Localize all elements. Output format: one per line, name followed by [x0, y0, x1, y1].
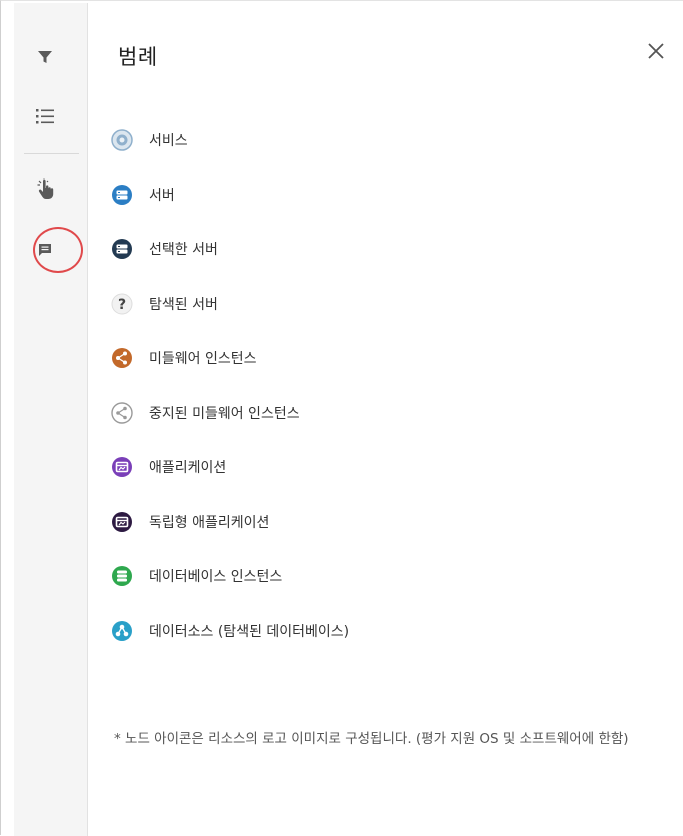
legend-item-datasource: 데이터소스 (탐색된 데이터베이스) [110, 618, 349, 644]
legend-label: 탐색된 서버 [149, 297, 218, 313]
legend-window: 범례 서비스 서버 선택한 서버 ? 탐색된 서버 미들웨어 인스턴스 중지된 … [0, 0, 683, 836]
legend-label: 서비스 [149, 133, 188, 149]
legend-item-service: 서비스 [110, 127, 188, 153]
discovered-server-icon: ? [110, 292, 134, 316]
standalone-application-icon [110, 510, 134, 534]
database-instance-icon [110, 564, 134, 588]
selected-server-icon [110, 237, 134, 261]
legend-item-stopped-middleware-instance: 중지된 미들웨어 인스턴스 [110, 400, 300, 426]
highlight-ring [33, 227, 83, 273]
server-icon [110, 183, 134, 207]
filter-icon [38, 51, 52, 63]
legend-item-discovered-server: ? 탐색된 서버 [110, 291, 218, 317]
legend-label: 데이터소스 (탐색된 데이터베이스) [149, 624, 350, 640]
filter-button[interactable] [31, 43, 59, 71]
panel-title: 범례 [118, 45, 158, 69]
side-toolbar [14, 3, 88, 836]
select-button[interactable] [31, 175, 59, 203]
pointer-hand-icon [37, 178, 54, 199]
footnote: * 노드 아이콘은 리소스의 로고 이미지로 구성됩니다. (평가 지원 OS … [114, 731, 629, 747]
legend-label: 서버 [149, 188, 175, 204]
service-icon [110, 128, 134, 152]
svg-text:?: ? [118, 297, 126, 313]
middleware-instance-icon [110, 346, 134, 370]
legend-item-server: 서버 [110, 182, 175, 208]
application-icon [110, 455, 134, 479]
datasource-icon [110, 619, 134, 643]
close-button[interactable] [644, 39, 668, 63]
legend-label: 독립형 애플리케이션 [149, 515, 270, 531]
legend-item-middleware-instance: 미들웨어 인스턴스 [110, 345, 257, 371]
legend-label: 데이터베이스 인스턴스 [149, 569, 283, 585]
legend-label: 중지된 미들웨어 인스턴스 [149, 406, 300, 422]
legend-label: 애플리케이션 [149, 460, 227, 476]
legend-panel: 범례 서비스 서버 선택한 서버 ? 탐색된 서버 미들웨어 인스턴스 중지된 … [88, 3, 683, 836]
legend-item-database-instance: 데이터베이스 인스턴스 [110, 563, 282, 589]
legend-item-application: 애플리케이션 [110, 454, 226, 480]
legend-label: 미들웨어 인스턴스 [149, 351, 257, 367]
legend-item-selected-server: 선택한 서버 [110, 236, 218, 262]
list-button[interactable] [31, 102, 59, 130]
close-icon [648, 43, 664, 59]
rail-divider [24, 153, 79, 154]
stopped-middleware-instance-icon [110, 401, 134, 425]
legend-label: 선택한 서버 [149, 242, 218, 258]
legend-item-standalone-application: 독립형 애플리케이션 [110, 509, 269, 535]
list-icon [36, 109, 54, 124]
